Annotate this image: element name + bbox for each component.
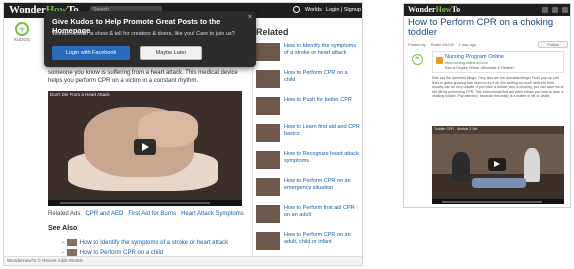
thumbnail-image: [66, 249, 77, 256]
ad-url[interactable]: www.nursing-online-ed.com: [445, 61, 488, 65]
video-title: Toddler CPR - Module 3 Vid: [434, 127, 478, 131]
see-also-heading: See Also: [48, 225, 78, 232]
video-control-bar[interactable]: [432, 199, 564, 204]
kudos-popup: Give Kudos to Help Promote Great Posts t…: [44, 11, 256, 67]
thumbnail-image: [256, 205, 280, 223]
plus-icon[interactable]: +: [411, 54, 423, 65]
user-icon[interactable]: [552, 7, 558, 13]
popup-body: WonderHowTo is show & tell for creators …: [52, 31, 235, 37]
thumbnail-image: [256, 151, 280, 169]
video-title: Don't Die From a Heart Attack: [50, 92, 110, 97]
video-frame-image: [472, 178, 526, 188]
ad-description: Earn a Degree Online. Affordable & Flexi…: [445, 66, 514, 70]
author-link[interactable]: Robin McGill: [431, 42, 454, 47]
related-ad-link[interactable]: Heart Attack Symptoms: [181, 211, 244, 217]
related-item[interactable]: How to Perform CPR on an adult, child or…: [256, 232, 360, 256]
related-item[interactable]: How to Recognize heart attack symptoms: [256, 151, 360, 175]
plus-icon[interactable]: +: [15, 22, 29, 36]
related-item[interactable]: How to Perform CPR on an emergency situa…: [256, 178, 360, 202]
related-item[interactable]: How to Learn first aid and CPR basics: [256, 124, 360, 148]
related-ads-label: Related Ads: [48, 211, 81, 217]
thumbnail-image: [256, 97, 280, 115]
related-item[interactable]: How to Perform CPR on a child: [256, 70, 360, 94]
worlds-link[interactable]: Worlds: [305, 7, 322, 13]
top-links: Worlds Login | Signup: [292, 6, 361, 13]
page-title: How to Perform CPR on a choking toddler: [408, 17, 554, 38]
globe-icon: [292, 6, 300, 13]
related-ad-link[interactable]: CPR and AED: [85, 211, 123, 217]
related-item[interactable]: How to Perform first aid CPR on an adult: [256, 205, 360, 229]
site-logo[interactable]: WonderHowTo: [408, 5, 460, 14]
post-meta: Posted by Robin McGill 1 day ago Follow: [408, 40, 568, 48]
thumbnail-image: [66, 239, 77, 246]
login-signup-link[interactable]: Login | Signup: [326, 7, 361, 13]
right-screenshot: WonderHowTo How to Perform CPR on a chok…: [403, 3, 571, 208]
left-screenshot: WonderHowTo Search Worlds Login | Signup…: [3, 2, 363, 266]
post-date: 1 day ago: [458, 41, 477, 47]
kudos-widget[interactable]: +: [408, 54, 426, 65]
menu-icon[interactable]: [562, 7, 568, 13]
video-frame-image: [452, 152, 470, 182]
related-ad-link[interactable]: First Aid for Burns: [128, 211, 176, 217]
thumbnail-image: [256, 232, 280, 250]
see-also-item[interactable]: • How to Perform CPR on a child: [62, 249, 163, 256]
follow-button[interactable]: Follow: [538, 40, 568, 48]
related-ads: Related Ads CPR and AED First Aid for Bu…: [48, 211, 244, 217]
play-icon[interactable]: [134, 139, 156, 155]
maybe-later-button[interactable]: Maybe Later: [140, 46, 202, 60]
video-control-bar[interactable]: [48, 200, 242, 206]
toolbar-icons: [542, 7, 568, 13]
see-also-item[interactable]: • How to Identify the symptoms of a stro…: [62, 239, 228, 246]
thumbnail-image: [256, 178, 280, 196]
bullet-icon: •: [62, 249, 64, 256]
top-navigation-bar: WonderHowTo: [404, 4, 570, 16]
kudos-label: KUDOS: [13, 37, 30, 42]
ad-title[interactable]: Nursing Program Online: [445, 54, 504, 60]
thumbnail-image: [256, 124, 280, 142]
related-heading: Related: [256, 27, 289, 37]
ad-unit[interactable]: Nursing Program Online www.nursing-onlin…: [432, 51, 564, 73]
bullet-icon: •: [62, 239, 64, 246]
article-body-text: Kids say the darndest things. They also …: [432, 76, 564, 98]
video-player[interactable]: Don't Die From a Heart Attack: [48, 91, 242, 206]
login-with-facebook-button[interactable]: Login with Facebook: [52, 46, 130, 60]
thumbnail-image: [256, 70, 280, 88]
video-player[interactable]: Toddler CPR - Module 3 Vid: [432, 126, 564, 204]
related-item[interactable]: How to Push for better CPR: [256, 97, 360, 121]
play-icon[interactable]: [488, 158, 506, 171]
thumbnail-image: [256, 43, 280, 61]
close-icon[interactable]: ×: [248, 14, 252, 21]
page-footer: WonderHowTo © Recent Adds Worlds: [4, 256, 362, 265]
article-body-text: someone you know is suffering from a hea…: [48, 70, 238, 84]
search-icon[interactable]: [542, 7, 548, 13]
kudos-widget[interactable]: + KUDOS: [10, 22, 34, 42]
ad-icon: [436, 57, 443, 64]
video-progress-bar[interactable]: [60, 202, 210, 204]
video-frame-image: [524, 148, 540, 182]
video-progress-bar[interactable]: [442, 201, 542, 203]
related-item[interactable]: How to Identify the symptoms of a stroke…: [256, 43, 360, 67]
